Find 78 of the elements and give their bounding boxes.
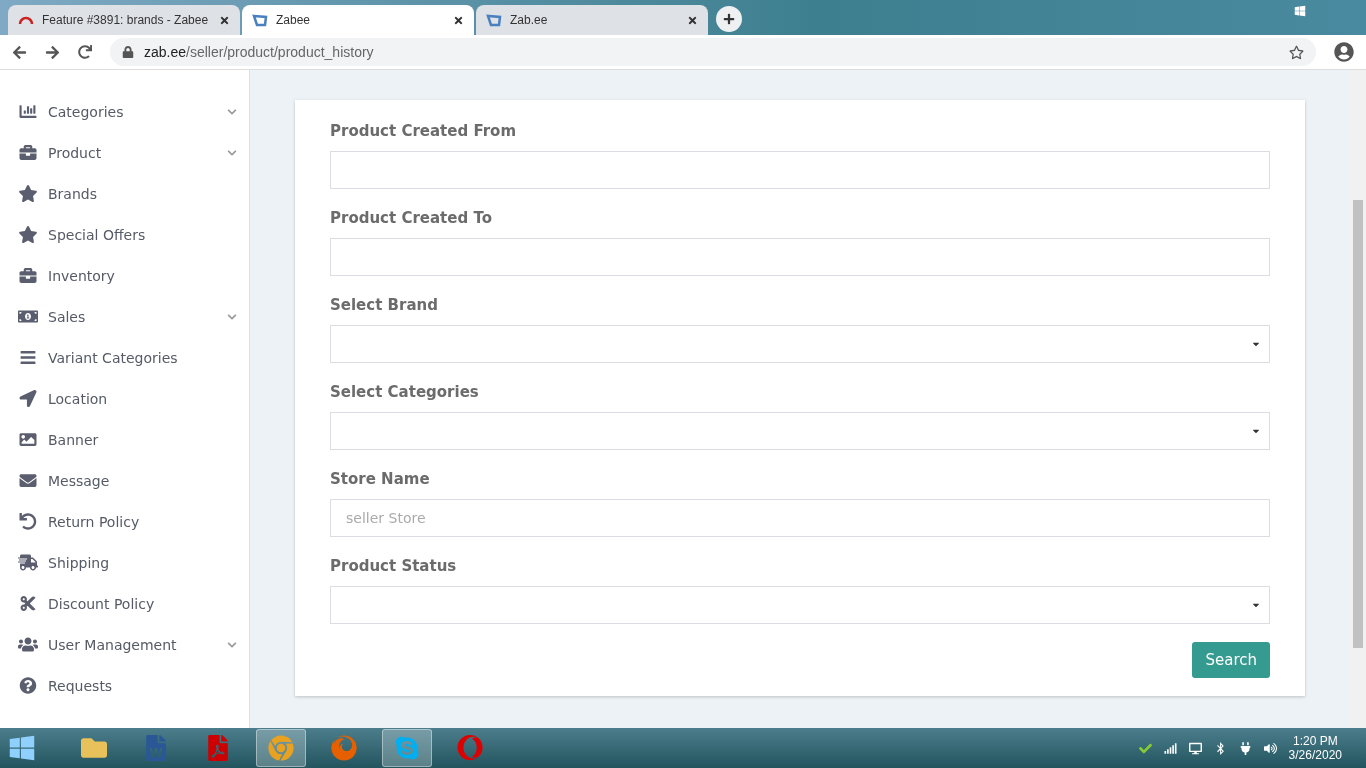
- briefcase-icon: [18, 144, 38, 161]
- star-icon: [18, 185, 38, 202]
- sidebar-item[interactable]: Product: [0, 132, 249, 173]
- arrow-icon: [18, 390, 38, 407]
- sidebar-item[interactable]: Inventory: [0, 255, 249, 296]
- tab-title: Zabee: [276, 13, 312, 27]
- star-icon: [18, 226, 38, 243]
- volume-icon[interactable]: [1263, 741, 1277, 755]
- scissors-icon: [18, 595, 38, 612]
- monitor-icon[interactable]: [1188, 741, 1202, 755]
- briefcase-icon: [18, 267, 38, 284]
- browser-tab[interactable]: Zab.ee: [476, 5, 708, 35]
- new-tab-button[interactable]: [716, 6, 742, 32]
- favicon-icon: [486, 12, 502, 28]
- sidebar-item[interactable]: Return Policy: [0, 501, 249, 542]
- url-text: zab.ee/seller/product/product_history: [144, 44, 374, 60]
- image-icon: [18, 431, 38, 448]
- check-icon[interactable]: [1138, 741, 1152, 755]
- input-field[interactable]: [330, 238, 1270, 276]
- field-label: Product Created From: [330, 122, 518, 140]
- address-bar[interactable]: zab.ee/seller/product/product_history: [110, 38, 1316, 66]
- field-label: Select Brand: [330, 296, 439, 314]
- sidebar-item[interactable]: Banner: [0, 419, 249, 460]
- select-field[interactable]: [330, 412, 1270, 450]
- sidebar-item[interactable]: Location: [0, 378, 249, 419]
- plug-icon[interactable]: [1238, 741, 1252, 755]
- sidebar-item[interactable]: Categories: [0, 91, 249, 132]
- banknote-icon: [18, 308, 38, 325]
- field-label: Product Status: [330, 557, 458, 575]
- bar-chart-icon: [18, 103, 38, 120]
- close-icon[interactable]: [687, 14, 698, 26]
- field-label: Store Name: [330, 470, 431, 488]
- start-icon[interactable]: [8, 734, 36, 762]
- input-field[interactable]: seller Store: [330, 499, 1270, 537]
- field-label: Select Categories: [330, 383, 480, 401]
- sidebar-item[interactable]: Brands: [0, 173, 249, 214]
- sidebar-item[interactable]: Message: [0, 460, 249, 501]
- reload-icon[interactable]: [78, 45, 92, 59]
- chrome-icon: [268, 735, 294, 761]
- opera-icon: [457, 735, 483, 761]
- profile-icon[interactable]: [1334, 42, 1354, 62]
- menu-icon: [18, 349, 38, 366]
- truck-icon: [18, 554, 38, 571]
- lock-icon: [122, 46, 134, 58]
- sidebar-item[interactable]: Shipping: [0, 542, 249, 583]
- envelope-icon: [18, 472, 38, 489]
- skype-icon: [394, 735, 420, 761]
- plus-icon: [723, 13, 735, 25]
- scrollbar[interactable]: [1350, 70, 1366, 728]
- word-icon: [143, 735, 169, 761]
- sidebar-item[interactable]: Sales: [0, 296, 249, 337]
- sidebar-item[interactable]: User Management: [0, 624, 249, 665]
- pdf-icon: [205, 735, 231, 761]
- sidebar-item[interactable]: Requests: [0, 665, 249, 706]
- tab-title: Feature #3891: brands - Zabee: [42, 13, 210, 27]
- firefox-icon: [331, 735, 357, 761]
- input-field[interactable]: [330, 151, 1270, 189]
- sidebar-item[interactable]: Special Offers: [0, 214, 249, 255]
- users-icon: [18, 636, 38, 653]
- sidebar-item[interactable]: Variant Categories: [0, 337, 249, 378]
- favicon-icon: [252, 12, 268, 28]
- forward-icon[interactable]: [45, 44, 60, 60]
- undo-icon: [18, 513, 38, 530]
- close-icon[interactable]: [219, 14, 230, 26]
- close-icon[interactable]: [453, 14, 464, 26]
- field-label: Product Created To: [330, 209, 493, 227]
- select-field[interactable]: [330, 586, 1270, 624]
- back-icon[interactable]: [12, 44, 27, 60]
- signal-icon[interactable]: [1163, 741, 1177, 755]
- bookmark-star-icon[interactable]: [1289, 44, 1304, 60]
- clock[interactable]: 1:20 PM 3/26/2020: [1288, 734, 1342, 762]
- folder-icon: [81, 735, 107, 761]
- tab-title: Zab.ee: [510, 13, 549, 27]
- help-icon: [18, 677, 38, 694]
- browser-tab[interactable]: Feature #3891: brands - Zabee: [8, 5, 240, 35]
- browser-tab[interactable]: Zabee: [242, 5, 474, 35]
- sidebar-item[interactable]: Discount Policy: [0, 583, 249, 624]
- select-field[interactable]: [330, 325, 1270, 363]
